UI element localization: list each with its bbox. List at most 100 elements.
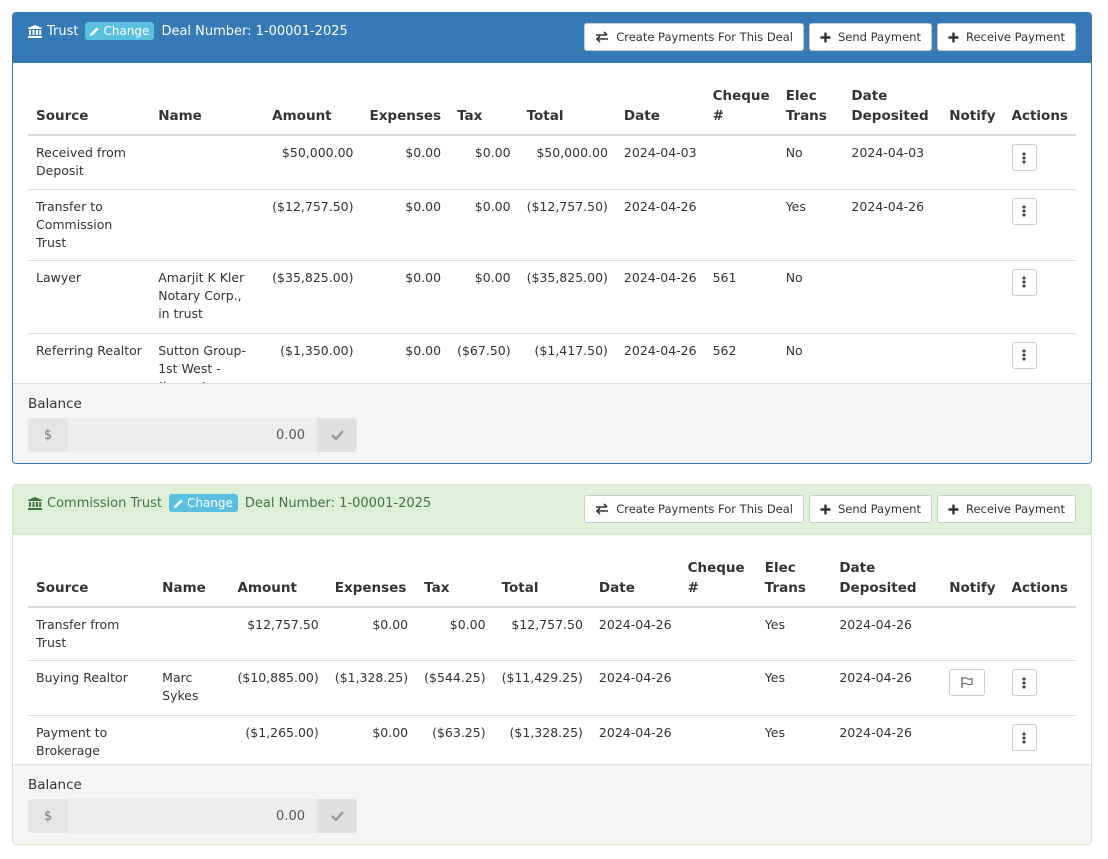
- header-line: Elec: [785, 88, 817, 104]
- cell-source: Payment to Brokerage: [28, 715, 155, 771]
- account-name: Commission Trust: [47, 495, 162, 511]
- commission-panel-heading: Commission Trust Change Deal Number: 1-0…: [13, 485, 1091, 535]
- currency-addon: $: [28, 418, 68, 452]
- create-payments-button[interactable]: Create Payments For This Deal: [584, 495, 804, 523]
- cell-tax: $0.00: [449, 259, 519, 333]
- transfer-arrows-icon: [596, 31, 609, 43]
- receive-payment-button[interactable]: Receive Payment: [936, 495, 1076, 523]
- flag-icon: [961, 677, 973, 688]
- create-payments-label: Create Payments For This Deal: [616, 30, 793, 44]
- pencil-icon: [173, 498, 183, 508]
- row-actions-button[interactable]: [1011, 197, 1037, 225]
- cell-expenses: $0.00: [361, 188, 450, 260]
- cell-notify: [941, 188, 1004, 260]
- cell-tax: $0.00: [449, 188, 519, 260]
- receive-payment-label: Receive Payment: [965, 502, 1065, 516]
- commission-trust-panel: Commission Trust Change Deal Number: 1-0…: [12, 484, 1092, 845]
- cell-total: ($11,429.25): [493, 660, 591, 716]
- cell-elec-trans: No: [777, 259, 844, 333]
- balance-input-group: $: [28, 799, 357, 833]
- cell-actions: [1003, 188, 1076, 260]
- vertical-ellipsis-icon: [1022, 349, 1026, 361]
- column-header-source: Source: [28, 78, 151, 136]
- cell-notify: [941, 715, 1004, 771]
- header-line: Cheque: [687, 560, 745, 576]
- column-header-cheque: Cheque #: [679, 550, 757, 608]
- send-payment-button[interactable]: Send Payment: [809, 23, 932, 51]
- trust-payments-table: Source Name Amount Expenses Tax Total Da…: [28, 78, 1076, 404]
- cell-name: [150, 135, 264, 189]
- balance-input-group: $: [28, 418, 357, 452]
- cell-date-deposited: 2024-04-03: [851, 145, 925, 160]
- cell-total: $50,000.00: [536, 145, 608, 160]
- column-header-expenses: Expenses: [361, 78, 450, 136]
- cell-tax: ($63.25): [416, 715, 494, 771]
- table-row: Lawyer Amarjit K Kler Notary Corp., in t…: [28, 259, 1076, 333]
- change-label: Change: [186, 496, 233, 510]
- cell-cheque: [679, 660, 757, 716]
- cell-name: Marc Sykes: [154, 660, 230, 716]
- header-line: Trans: [764, 580, 806, 596]
- cell-amount: ($35,825.00): [264, 259, 362, 333]
- table-row: Transfer to Commission Trust ($12,757.50…: [28, 188, 1076, 260]
- cell-cheque: [704, 188, 778, 260]
- cell-actions: [1004, 607, 1076, 661]
- commission-panel-footer: Balance $: [13, 764, 1091, 844]
- cell-elec-trans: Yes: [764, 617, 785, 632]
- vertical-ellipsis-icon: [1022, 732, 1026, 743]
- trust-panel: Trust Change Deal Number: 1-00001-2025 C…: [12, 12, 1092, 464]
- column-header-amount: Amount: [229, 550, 327, 608]
- table-header-row: Source Name Amount Expenses Tax Total Da…: [28, 78, 1076, 136]
- column-header-tax: Tax: [416, 550, 494, 608]
- receive-payment-button[interactable]: Receive Payment: [936, 23, 1076, 51]
- cell-actions: [1003, 715, 1076, 771]
- cell-amount: $50,000.00: [281, 145, 354, 160]
- row-actions-button[interactable]: [1011, 341, 1037, 369]
- send-payment-button[interactable]: Send Payment: [809, 495, 932, 523]
- cell-date-deposited: 2024-04-26: [839, 617, 912, 632]
- header-line: Cheque: [712, 88, 770, 104]
- cell-date: 2024-04-26: [615, 259, 705, 333]
- currency-addon: $: [28, 799, 68, 833]
- cell-amount: ($1,265.00): [229, 715, 327, 771]
- balance-label: Balance: [28, 777, 82, 793]
- cell-name: [154, 607, 229, 661]
- balance-label: Balance: [28, 396, 82, 412]
- change-account-button[interactable]: Change: [168, 494, 238, 512]
- cell-notify: [941, 135, 1003, 189]
- vertical-ellipsis-icon: [1022, 276, 1026, 288]
- plus-icon: [820, 32, 831, 42]
- column-header-amount: Amount: [264, 78, 362, 136]
- row-actions-button[interactable]: [1011, 144, 1037, 171]
- cell-elec-trans: Yes: [756, 715, 832, 771]
- header-line: Date: [851, 88, 888, 104]
- column-header-expenses: Expenses: [326, 550, 417, 608]
- cell-date: 2024-04-26: [598, 617, 672, 632]
- cell-source: Buying Realtor: [28, 660, 155, 716]
- column-header-name: Name: [154, 550, 230, 608]
- cell-tax: $0.00: [449, 617, 486, 632]
- column-header-actions: Actions: [1003, 78, 1076, 136]
- header-line: Deposited: [839, 580, 917, 596]
- change-account-button[interactable]: Change: [85, 22, 155, 40]
- cell-expenses: $0.00: [326, 715, 417, 771]
- create-payments-button[interactable]: Create Payments For This Deal: [584, 23, 804, 51]
- balance-input[interactable]: [68, 799, 317, 833]
- cell-source: Transfer from Trust: [36, 617, 120, 650]
- column-header-date-deposited: Date Deposited: [831, 550, 942, 608]
- pencil-icon: [90, 26, 100, 36]
- column-header-date: Date: [590, 550, 680, 608]
- notify-button[interactable]: [949, 669, 986, 696]
- balance-input[interactable]: [68, 418, 317, 452]
- row-actions-button[interactable]: [1011, 669, 1037, 696]
- cell-amount: ($12,757.50): [264, 188, 362, 260]
- row-actions-button[interactable]: [1011, 268, 1037, 296]
- cell-actions: [1003, 259, 1076, 333]
- cell-cheque: [679, 715, 757, 771]
- row-actions-button[interactable]: [1011, 724, 1037, 751]
- change-label: Change: [103, 24, 150, 38]
- column-header-name: Name: [150, 78, 265, 136]
- cell-amount: $12,757.50: [247, 617, 319, 632]
- cell-elec-trans: Yes: [777, 188, 844, 260]
- cell-expenses: ($1,328.25): [326, 660, 417, 716]
